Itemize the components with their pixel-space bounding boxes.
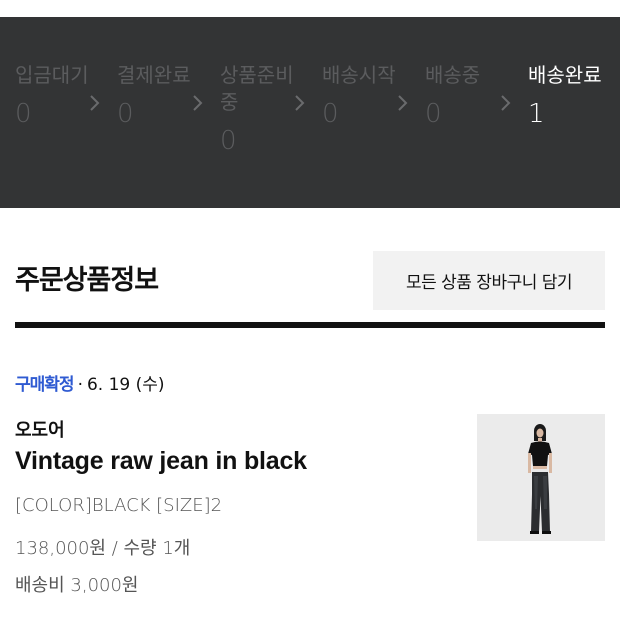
shipping-fee: 배송비 3,000원 bbox=[15, 575, 139, 596]
section-title: 주문상품정보 bbox=[15, 265, 159, 296]
product-option: [COLOR]BLACK [SIZE]2 bbox=[15, 495, 223, 516]
section-divider bbox=[15, 322, 605, 328]
step-count: 1 bbox=[528, 99, 545, 129]
step-label: 배송시작 bbox=[322, 63, 396, 87]
product-model-image bbox=[528, 424, 552, 534]
chevron-right-icon bbox=[88, 93, 102, 113]
chevron-right-icon bbox=[191, 93, 205, 113]
step-preparing[interactable]: 상품준비중 0 bbox=[220, 62, 300, 156]
step-count: 0 bbox=[322, 99, 339, 129]
step-count: 0 bbox=[117, 99, 134, 129]
step-label: 결제완료 bbox=[117, 63, 191, 87]
step-label: 입금대기 bbox=[15, 63, 89, 87]
step-label: 배송중 bbox=[425, 63, 481, 87]
add-all-to-cart-button[interactable]: 모든 상품 장바구니 담기 bbox=[373, 251, 605, 310]
separator-dot: · bbox=[77, 375, 83, 395]
step-label: 상품준비중 bbox=[220, 63, 294, 114]
brand-name[interactable]: 오도어 bbox=[15, 416, 65, 442]
step-payment-complete[interactable]: 결제완료 0 bbox=[117, 62, 197, 129]
order-status-line: 구매확정 · 6. 19 (수) bbox=[15, 374, 165, 396]
step-in-transit[interactable]: 배송중 0 bbox=[425, 62, 505, 129]
purchase-confirmed-badge[interactable]: 구매확정 bbox=[15, 375, 75, 395]
chevron-right-icon bbox=[293, 93, 307, 113]
chevron-right-icon bbox=[396, 93, 410, 113]
step-delivered[interactable]: 배송완료 1 bbox=[528, 62, 608, 129]
step-deposit-waiting[interactable]: 입금대기 0 bbox=[15, 62, 95, 129]
chevron-right-icon bbox=[499, 93, 513, 113]
step-count: 0 bbox=[425, 99, 442, 129]
step-label: 배송완료 bbox=[528, 63, 602, 87]
order-date: 6. 19 (수) bbox=[86, 375, 165, 395]
product-thumbnail[interactable] bbox=[477, 414, 605, 541]
step-shipping-started[interactable]: 배송시작 0 bbox=[322, 62, 402, 129]
step-count: 0 bbox=[220, 126, 237, 156]
step-count: 0 bbox=[15, 99, 32, 129]
order-status-bar: 입금대기 0 결제완료 0 상품준비중 0 배송시작 0 배송중 0 배송완료 … bbox=[0, 17, 620, 208]
product-name[interactable]: Vintage raw jean in black bbox=[15, 447, 307, 476]
product-price-quantity: 138,000원 / 수량 1개 bbox=[15, 538, 191, 559]
